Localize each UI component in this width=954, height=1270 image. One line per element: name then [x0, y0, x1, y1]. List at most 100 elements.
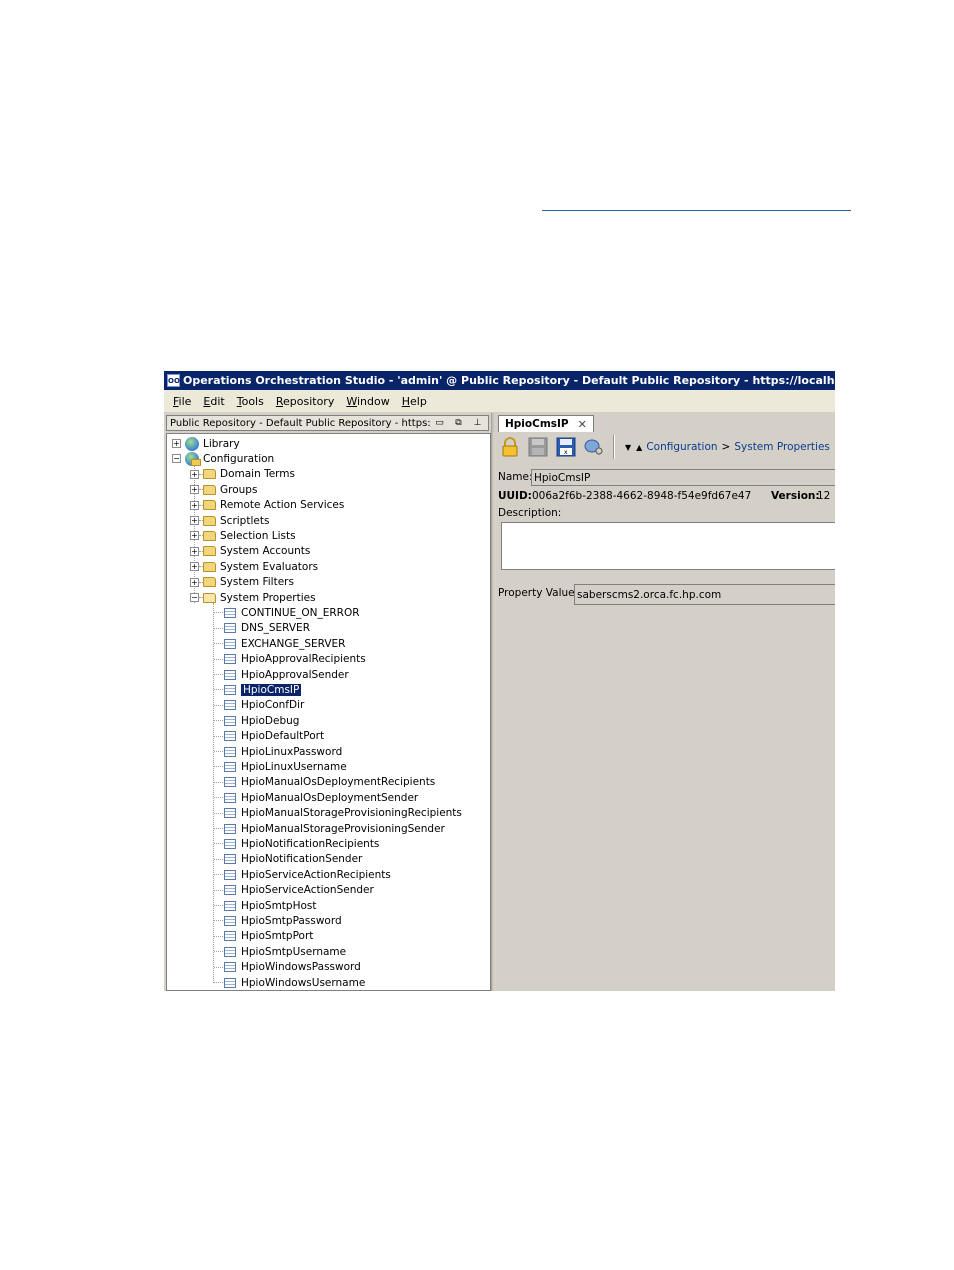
tree-item-system-properties[interactable]: − System Properties: [190, 590, 316, 605]
expand-icon[interactable]: +: [190, 469, 199, 479]
restore-icon[interactable]: ⧉: [453, 418, 464, 428]
tree-item-property[interactable]: HpioManualStorageProvisioningRecipients: [224, 806, 462, 821]
repository-tree: + Library − Configuration + Domain Terms + Grou…: [166, 433, 491, 991]
tree-item-property[interactable]: HpioNotificationRecipients: [224, 836, 379, 851]
tree-item-label: HpioCmsIP: [241, 683, 302, 696]
menu-help[interactable]: Help: [402, 395, 427, 408]
menu-file[interactable]: File: [173, 395, 191, 408]
property-icon: [224, 623, 236, 634]
folder-icon: [203, 561, 216, 572]
tree-item-label: Domain Terms: [220, 468, 296, 481]
title-bar: OO Operations Orchestration Studio - 'ad…: [164, 371, 835, 390]
expand-icon[interactable]: +: [190, 485, 199, 495]
tree-item-property[interactable]: HpioLinuxPassword: [224, 744, 342, 759]
tree-item-property[interactable]: HpioManualOsDeploymentRecipients: [224, 775, 435, 790]
tree-connector: [214, 828, 223, 829]
expand-icon[interactable]: +: [190, 531, 199, 541]
tree-item-property[interactable]: HpioSmtpPort: [224, 929, 313, 944]
tree-connector: [214, 966, 223, 968]
property-icon: [224, 977, 236, 988]
tree-item-property[interactable]: HpioWindowsUsername: [224, 975, 365, 990]
property-value-label: Property Value:: [498, 587, 579, 599]
svg-text:x: x: [564, 449, 568, 456]
tree-item-property[interactable]: HpioApprovalSender: [224, 667, 349, 682]
expand-icon[interactable]: +: [190, 546, 199, 556]
tree-item-folder[interactable]: + Remote Action Services: [190, 498, 344, 513]
tree-item-property[interactable]: HpioManualStorageProvisioningSender: [224, 821, 445, 836]
tree-item-property[interactable]: HpioServiceActionRecipients: [224, 867, 391, 882]
uuid-value: 006a2f6b-2388-4662-8948-f54e9fd67e47: [532, 490, 752, 502]
tree-item-property[interactable]: HpioCmsIP: [224, 682, 302, 697]
name-field[interactable]: HpioCmsIP: [531, 469, 835, 486]
breadcrumb-configuration[interactable]: Configuration: [646, 441, 717, 453]
property-value-field[interactable]: saberscms2.orca.fc.hp.com: [574, 584, 835, 605]
breadcrumb-system-properties[interactable]: System Properties: [734, 441, 830, 453]
menu-bar: File Edit Tools Repository Window Help: [164, 390, 835, 412]
refresh-icon[interactable]: [583, 436, 605, 458]
tree-item-property[interactable]: HpioSmtpHost: [224, 898, 316, 913]
expand-icon[interactable]: +: [172, 439, 181, 448]
up-arrow-icon[interactable]: ▲: [636, 443, 642, 452]
tree-item-property[interactable]: HpioWindowsPassword: [224, 960, 361, 975]
property-icon: [224, 731, 236, 742]
collapse-icon[interactable]: −: [190, 593, 199, 602]
tree-item-property[interactable]: HpioApprovalRecipients: [224, 652, 366, 667]
tree-item-label: DNS_SERVER: [241, 622, 310, 635]
close-icon[interactable]: ✕: [578, 418, 587, 431]
property-icon: [224, 854, 236, 865]
menu-repository[interactable]: Repository: [276, 395, 335, 408]
window-title: Operations Orchestration Studio - 'admin…: [183, 374, 835, 387]
tree-item-label: System Accounts: [220, 545, 311, 558]
expand-icon[interactable]: +: [190, 500, 199, 510]
tree-item-library[interactable]: + Library: [172, 436, 240, 451]
tree-connector: [214, 751, 223, 752]
tree-connector: [214, 889, 223, 891]
dropdown-arrow-icon[interactable]: ▼: [625, 443, 631, 452]
tree-item-property[interactable]: HpioDefaultPort: [224, 729, 324, 744]
tree-item-folder[interactable]: + Domain Terms: [190, 467, 295, 482]
tree-item-configuration[interactable]: − Configuration: [172, 451, 274, 466]
tree-item-property[interactable]: DNS_SERVER: [224, 621, 310, 636]
tree-item-property[interactable]: HpioManualOsDeploymentSender: [224, 790, 418, 805]
menu-tools[interactable]: Tools: [237, 395, 264, 408]
tree-item-folder[interactable]: + System Evaluators: [190, 559, 318, 574]
collapse-icon[interactable]: −: [172, 454, 181, 464]
tree-connector: [213, 603, 214, 983]
tree-item-property[interactable]: HpioConfDir: [224, 698, 304, 713]
tree-item-property[interactable]: HpioDebug: [224, 713, 299, 728]
tree-item-folder[interactable]: + System Accounts: [190, 544, 310, 559]
maximize-icon[interactable]: ▭: [434, 418, 445, 428]
tree-item-folder[interactable]: + Groups: [190, 482, 257, 497]
tree-item-property[interactable]: HpioLinuxUsername: [224, 759, 347, 774]
tree-item-property[interactable]: HpioSmtpPassword: [224, 913, 342, 928]
tree-connector: [214, 812, 223, 814]
tree-item-label: HpioSmtpHost: [241, 899, 317, 912]
tree-item-folder[interactable]: + Scriptlets: [190, 513, 269, 528]
save-as-icon[interactable]: x: [555, 436, 577, 458]
tree-connector: [214, 843, 223, 845]
tree-item-folder[interactable]: + System Filters: [190, 575, 294, 590]
folder-icon: [203, 484, 216, 495]
expand-icon[interactable]: +: [190, 516, 199, 525]
lock-icon[interactable]: [499, 436, 521, 458]
tab-hpiocmsip[interactable]: HpioCmsIP ✕: [498, 415, 594, 432]
folder-icon: [203, 469, 216, 480]
tree-item-property[interactable]: CONTINUE_ON_ERROR: [224, 605, 360, 620]
tree-item-label: HpioManualStorageProvisioningSender: [241, 822, 445, 835]
tree-item-folder[interactable]: + Selection Lists: [190, 528, 296, 543]
tree-item-property[interactable]: HpioSmtpUsername: [224, 944, 346, 959]
tree-item-property[interactable]: HpioServiceActionSender: [224, 883, 374, 898]
pin-icon[interactable]: ⊥: [472, 418, 483, 428]
tree-item-property[interactable]: HpioNotificationSender: [224, 852, 362, 867]
expand-icon[interactable]: +: [190, 577, 199, 587]
menu-window[interactable]: Window: [346, 395, 389, 408]
tree-item-label: EXCHANGE_SERVER: [241, 637, 346, 650]
property-icon: [224, 715, 236, 726]
menu-edit[interactable]: Edit: [203, 395, 224, 408]
tree-item-property[interactable]: EXCHANGE_SERVER: [224, 636, 345, 651]
description-textarea[interactable]: [501, 522, 835, 570]
tree-item-label: Configuration: [203, 452, 275, 465]
tree-connector: [214, 935, 223, 937]
tree-connector: [214, 766, 223, 768]
expand-icon[interactable]: +: [190, 562, 199, 572]
